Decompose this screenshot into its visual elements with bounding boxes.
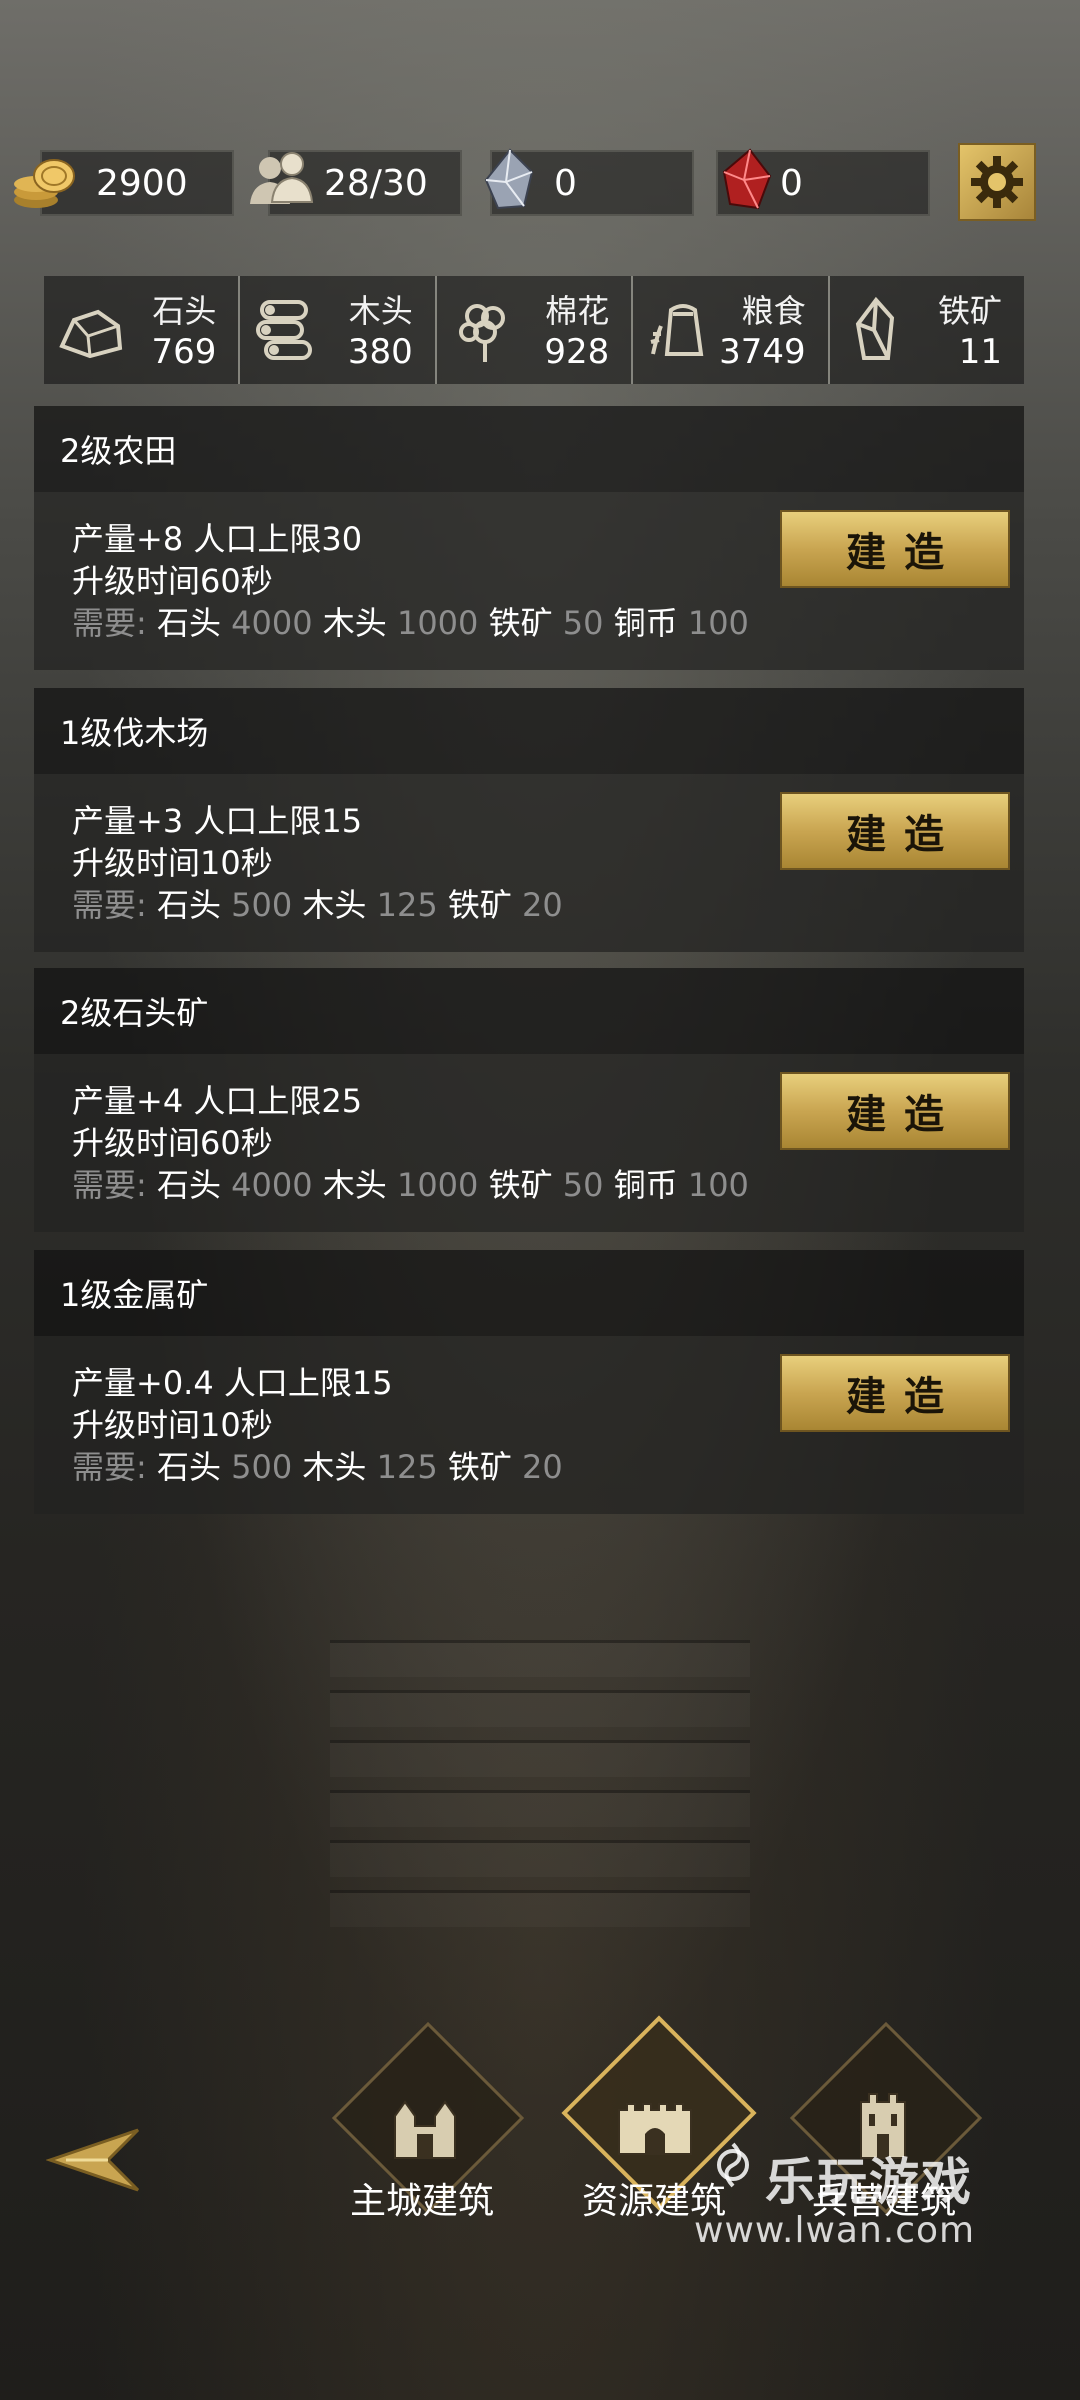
stair-step — [330, 1840, 750, 1877]
building-upgrade-time: 升级时间60秒 — [72, 562, 273, 600]
arrow-left-icon — [45, 2128, 140, 2192]
stair-step — [330, 1790, 750, 1827]
building-upgrade-time: 升级时间10秒 — [72, 844, 273, 882]
crystal-icon — [470, 142, 548, 220]
castle-icon — [370, 2060, 480, 2160]
build-button[interactable]: 建造 — [780, 510, 1010, 588]
resource-name: 粮食 — [741, 292, 806, 330]
stair-step — [330, 1890, 750, 1927]
building-effect: 产量+4 人口上限25 — [72, 1082, 363, 1120]
building-card-header: 1级金属矿 — [34, 1250, 1024, 1336]
ruby-icon — [708, 142, 786, 220]
stair-step — [330, 1690, 750, 1727]
building-upgrade-time: 升级时间60秒 — [72, 1124, 273, 1162]
building-card-header: 2级农田 — [34, 406, 1024, 492]
resource-stone: 石头 769 — [44, 276, 238, 384]
crystal-value: 0 — [554, 162, 577, 204]
building-effect: 产量+3 人口上限15 — [72, 802, 363, 840]
building-card: 产量+4 人口上限25 升级时间60秒 需要: 石头 4000 木头 1000 … — [34, 1054, 1024, 1232]
stair-step — [330, 1740, 750, 1777]
fortress-icon — [600, 2056, 710, 2156]
resource-grain: 粮食 3749 — [631, 276, 827, 384]
resource-amount: 769 — [151, 332, 217, 372]
stone-icon — [59, 309, 123, 359]
resource-wood: 木头 380 — [238, 276, 434, 384]
building-effect: 产量+8 人口上限30 — [72, 520, 363, 558]
settings-button[interactable] — [958, 143, 1036, 221]
iron-ore-icon — [855, 296, 894, 360]
building-card: 产量+8 人口上限30 升级时间60秒 需要: 石头 4000 木头 1000 … — [34, 492, 1024, 670]
resource-name: 石头 — [152, 292, 217, 330]
building-requirements: 需要: 石头 4000 木头 1000 铁矿 50 铜币 100 — [72, 1166, 749, 1204]
resource-iron-ore: 铁矿 11 — [827, 276, 1024, 384]
resource-amount: 380 — [347, 332, 413, 372]
building-card-header: 1级伐木场 — [34, 688, 1024, 774]
build-button[interactable]: 建造 — [780, 1354, 1010, 1432]
coins-icon — [6, 142, 84, 220]
building-requirements: 需要: 石头 500 木头 125 铁矿 20 — [72, 1448, 563, 1486]
resource-amount: 3749 — [719, 332, 806, 372]
building-card: 产量+3 人口上限15 升级时间10秒 需要: 石头 500 木头 125 铁矿… — [34, 774, 1024, 952]
wood-icon — [256, 300, 313, 360]
building-title: 2级农田 — [60, 432, 177, 470]
nav-label: 主城建筑 — [349, 2181, 494, 2222]
build-button[interactable]: 建造 — [780, 1072, 1010, 1150]
building-upgrade-time: 升级时间10秒 — [72, 1406, 273, 1444]
resource-name: 木头 — [348, 292, 413, 330]
population-value: 28/30 — [324, 162, 428, 204]
grain-icon — [650, 304, 704, 356]
cotton-icon — [458, 304, 505, 362]
watermark-logo-icon — [717, 2142, 749, 2188]
build-button[interactable]: 建造 — [780, 792, 1010, 870]
gear-icon — [971, 156, 1023, 208]
building-requirements: 需要: 石头 4000 木头 1000 铁矿 50 铜币 100 — [72, 604, 749, 642]
resource-name: 棉花 — [545, 292, 610, 330]
watermark-brand: 乐玩游戏 — [765, 2153, 973, 2211]
resource-cotton: 棉花 928 — [434, 276, 631, 384]
coins-value: 2900 — [96, 162, 188, 204]
building-effect: 产量+0.4 人口上限15 — [72, 1364, 393, 1402]
building-title: 1级金属矿 — [60, 1276, 209, 1314]
resource-name: 铁矿 — [938, 292, 1003, 330]
stair-step — [330, 1640, 750, 1677]
building-title: 1级伐木场 — [60, 714, 209, 752]
resource-amount: 11 — [958, 332, 1003, 372]
back-button[interactable] — [45, 2120, 146, 2200]
resource-strip: 石头 769 木头 380 棉花 928 粮食 3749 铁矿 11 — [44, 276, 1024, 384]
building-requirements: 需要: 石头 500 木头 125 铁矿 20 — [72, 886, 563, 924]
watermark-url: www.lwan.com — [694, 2210, 976, 2251]
building-card-header: 2级石头矿 — [34, 968, 1024, 1054]
resource-amount: 928 — [544, 332, 610, 372]
building-card: 产量+0.4 人口上限15 升级时间10秒 需要: 石头 500 木头 125 … — [34, 1336, 1024, 1514]
population-icon — [242, 142, 320, 220]
building-title: 2级石头矿 — [60, 994, 209, 1032]
